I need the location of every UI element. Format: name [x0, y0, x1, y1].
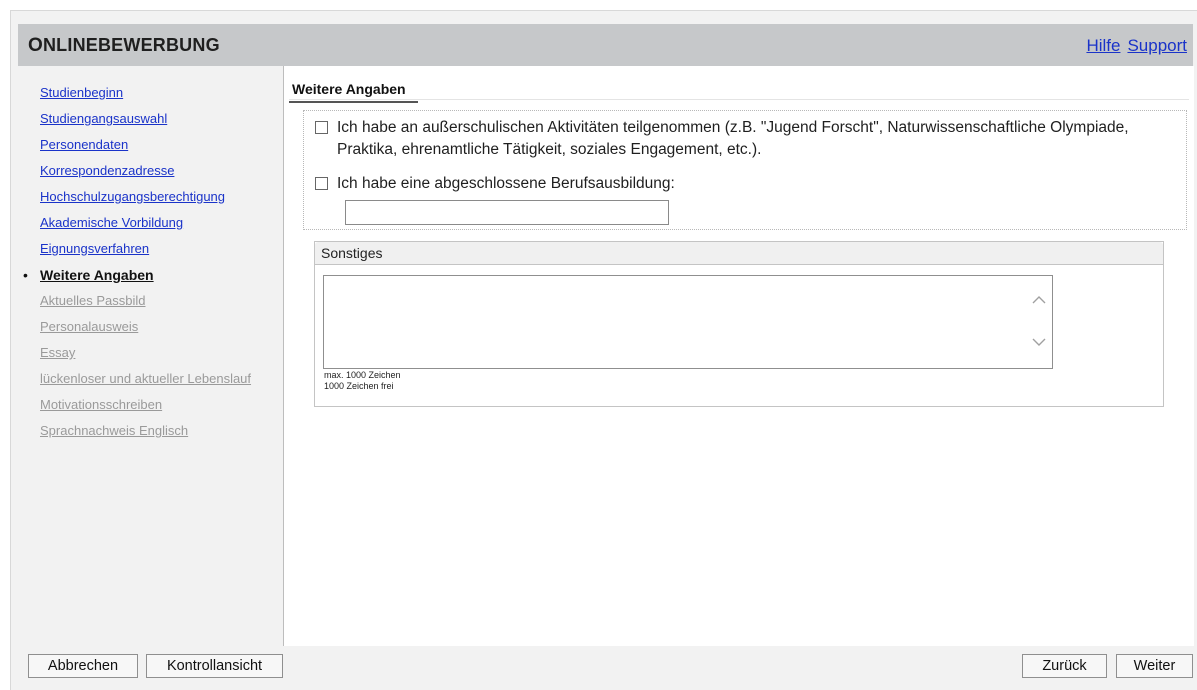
sidebar-item: Hochschulzugangsberechtigung — [18, 188, 251, 214]
free-chars-hint: 1000 Zeichen frei — [324, 381, 394, 391]
sidebar-item: Eignungsverfahren — [18, 240, 251, 266]
app-title: ONLINEBEWERBUNG — [28, 35, 220, 56]
sidebar-item-link[interactable]: Personendaten — [40, 137, 128, 152]
sidebar-item-link[interactable]: Weitere Angaben — [40, 267, 154, 283]
sidebar-item: lückenloser und aktueller Lebenslauf — [18, 370, 251, 396]
section-divider — [289, 99, 1189, 100]
vocational-training-checkbox[interactable] — [315, 177, 328, 190]
sidebar-item: Korrespondenzadresse — [18, 162, 251, 188]
sidebar-item: Motivationsschreiben — [18, 396, 251, 422]
next-button[interactable]: Weiter — [1116, 654, 1193, 678]
sidebar: Studienbeginn Studiengangsauswahl Personen… — [18, 66, 283, 646]
sidebar-item: Studienbeginn — [18, 84, 251, 110]
sidebar-item-link[interactable]: Studienbeginn — [40, 85, 123, 100]
sidebar-item-link: Essay — [40, 345, 76, 360]
sidebar-item: Personalausweis — [18, 318, 251, 344]
chevron-down-icon[interactable] — [1032, 336, 1046, 350]
activities-checkbox[interactable] — [315, 121, 328, 134]
sidebar-item: Essay — [18, 344, 251, 370]
other-panel: Sonstiges max. 1000 Zeichen 1000 Zeichen… — [314, 241, 1164, 407]
sidebar-item-link[interactable]: Studiengangsauswahl — [40, 111, 167, 126]
sidebar-item-link: Personalausweis — [40, 319, 139, 334]
other-textarea[interactable] — [323, 275, 1053, 369]
sidebar-item-link[interactable]: Hochschulzugangsberechtigung — [40, 189, 225, 204]
sidebar-item: Studiengangsauswahl — [18, 110, 251, 136]
additional-info-box: Ich habe an außerschulischen Aktivitäten… — [303, 110, 1187, 230]
sidebar-item: Sprachnachweis Englisch — [18, 422, 251, 448]
sidebar-item-link: lückenloser und aktueller Lebenslauf — [40, 371, 252, 386]
cancel-button[interactable]: Abbrechen — [28, 654, 138, 678]
other-panel-title: Sonstiges — [315, 242, 1163, 265]
activities-label: Ich habe an außerschulischen Aktivitäten… — [337, 119, 1129, 158]
chevron-up-icon[interactable] — [1032, 294, 1046, 308]
sidebar-item: Personendaten — [18, 136, 251, 162]
sidebar-item-link[interactable]: Korrespondenzadresse — [40, 163, 174, 178]
back-button[interactable]: Zurück — [1022, 654, 1107, 678]
vocational-training-label: Ich habe eine abgeschlossene Berufsausbi… — [337, 175, 675, 192]
sidebar-item-link[interactable]: Akademische Vorbildung — [40, 215, 183, 230]
sidebar-item: Aktuelles Passbild — [18, 292, 251, 318]
help-link[interactable]: Hilfe — [1086, 36, 1120, 55]
left-edge — [0, 0, 10, 689]
sidebar-item-link: Aktuelles Passbild — [40, 293, 146, 308]
main-content: Weitere Angaben Ich habe an außerschulis… — [283, 66, 1194, 646]
sidebar-item-link: Sprachnachweis Englisch — [40, 423, 189, 438]
header-links: Hilfe Support — [1079, 36, 1187, 56]
sidebar-item-link: Motivationsschreiben — [40, 397, 163, 412]
sidebar-item: Akademische Vorbildung — [18, 214, 251, 240]
app-header: ONLINEBEWERBUNG Hilfe Support — [18, 24, 1193, 66]
sidebar-item: Weitere Angaben — [18, 266, 251, 292]
review-button[interactable]: Kontrollansicht — [146, 654, 283, 678]
sidebar-item-link[interactable]: Eignungsverfahren — [40, 241, 149, 256]
step-navigation: Studienbeginn Studiengangsauswahl Personen… — [18, 84, 251, 448]
support-link[interactable]: Support — [1127, 36, 1187, 55]
vocational-training-input[interactable] — [345, 200, 669, 225]
max-chars-hint: max. 1000 Zeichen — [324, 370, 401, 380]
